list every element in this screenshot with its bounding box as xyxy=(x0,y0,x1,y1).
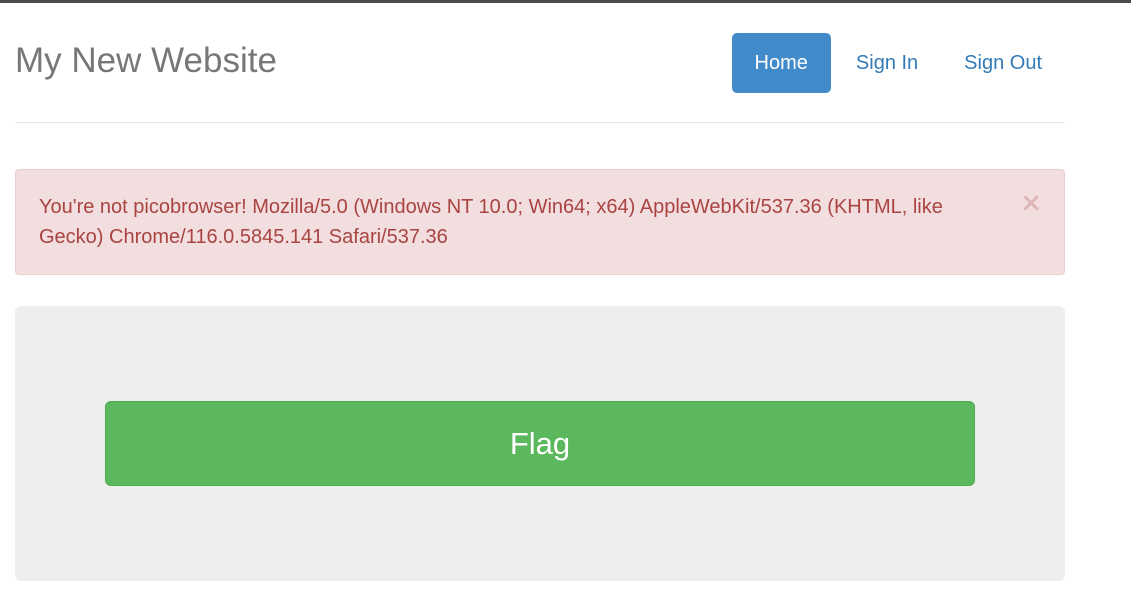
nav-sign-out-link[interactable]: Sign Out xyxy=(941,33,1065,93)
jumbotron: Flag xyxy=(15,306,1065,581)
site-title: My New Website xyxy=(15,41,277,80)
alert-message: You're not picobrowser! Mozilla/5.0 (Win… xyxy=(39,196,943,248)
close-icon[interactable]: × xyxy=(1020,190,1042,216)
page-container: My New Website Home Sign In Sign Out You… xyxy=(15,3,1065,581)
nav-home-link[interactable]: Home xyxy=(731,33,831,93)
page-header: My New Website Home Sign In Sign Out xyxy=(15,3,1065,123)
error-alert: You're not picobrowser! Mozilla/5.0 (Win… xyxy=(15,169,1065,275)
nav-sign-in-link[interactable]: Sign In xyxy=(833,33,941,93)
flag-button[interactable]: Flag xyxy=(105,401,975,486)
nav-pills: Home Sign In Sign Out xyxy=(731,33,1065,93)
